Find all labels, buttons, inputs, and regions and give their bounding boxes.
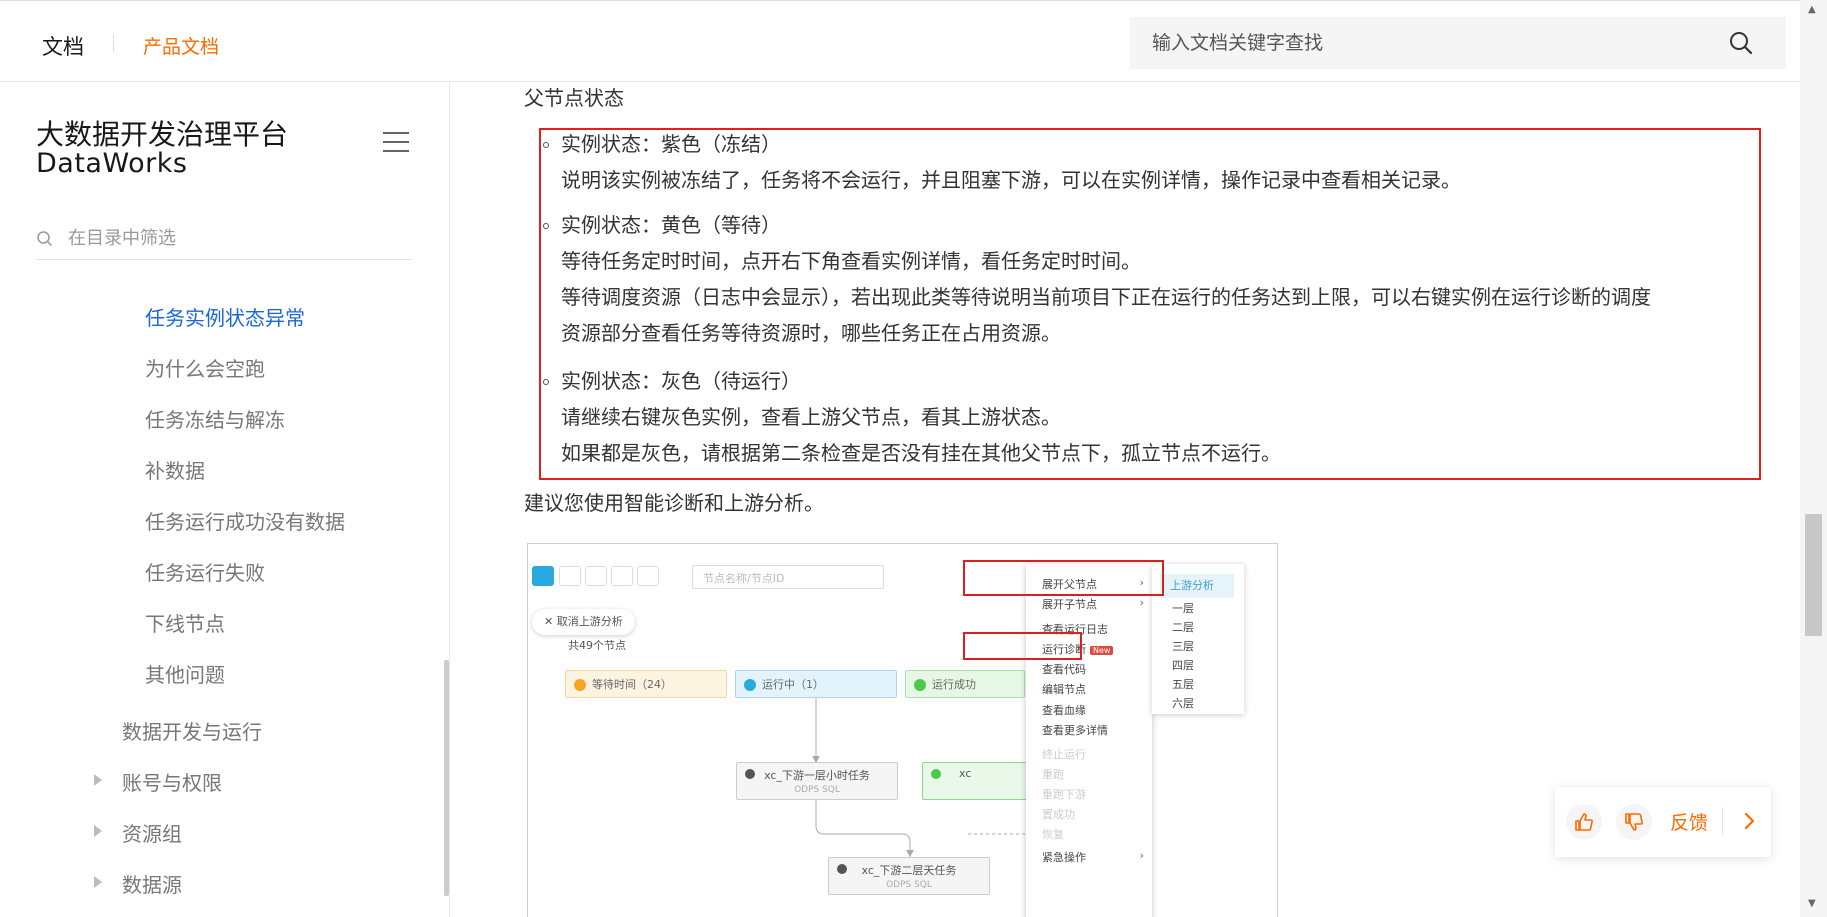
sidebar-item-empty-run[interactable]: 为什么会空跑	[145, 353, 265, 382]
node-type: ODPS SQL	[886, 880, 932, 890]
context-menu: 展开父节点 › 展开子节点 › 查看运行日志 运行诊断 New 查看代码 编辑节点 查…	[1026, 564, 1152, 917]
node-type: ODPS SQL	[794, 785, 840, 795]
menu-item: 重跑下游	[1042, 788, 1086, 801]
menu-item: 置成功	[1042, 808, 1075, 821]
state-text: 等待任务定时时间，点开右下角查看实例详情，看任务定时时间。	[561, 249, 1141, 273]
search-box[interactable]	[1130, 17, 1786, 69]
submenu-item: 二层	[1172, 621, 1194, 634]
sidebar-item-success-no-data[interactable]: 任务运行成功没有数据	[145, 506, 345, 535]
menu-item: 展开子节点	[1042, 598, 1097, 611]
menu-item: 重跑	[1042, 768, 1064, 781]
sub-menu: 上游分析 一层 二层 三层 四层 五层 六层	[1152, 564, 1244, 714]
suggestion-text: 建议您使用智能诊断和上游分析。	[524, 491, 824, 515]
scroll-up-icon[interactable]: ▲	[1808, 4, 1816, 15]
chevron-right-icon: ›	[1139, 596, 1144, 609]
menu-item: 编辑节点	[1042, 683, 1086, 696]
sidebar-item-offline-node[interactable]: 下线节点	[145, 608, 225, 637]
menu-item: 查看更多详情	[1042, 724, 1108, 737]
node-name: xc_下游一层小时任务	[764, 769, 870, 782]
sidebar-section-datasource[interactable]: 数据源	[122, 869, 182, 898]
sidebar-item-run-failed[interactable]: 任务运行失败	[145, 557, 265, 586]
menu-toggle-icon[interactable]	[383, 132, 409, 154]
highlight-box	[963, 560, 1164, 596]
state-title: 实例状态：黄色（等待）	[561, 213, 781, 237]
page-scrollbar[interactable]: ▲ ▼	[1800, 0, 1827, 917]
search-input[interactable]	[1152, 17, 1712, 69]
submenu-item: 六层	[1172, 697, 1194, 710]
feedback-button[interactable]: 反馈	[1670, 808, 1708, 835]
new-badge: New	[1090, 646, 1114, 655]
bullet-icon	[543, 223, 549, 229]
divider	[1722, 807, 1723, 835]
search-icon	[37, 231, 53, 247]
highlight-box	[963, 632, 1082, 660]
submenu-item: 一层	[1172, 602, 1194, 615]
scrollbar-thumb[interactable]	[1805, 514, 1822, 636]
expand-caret-icon[interactable]	[94, 876, 102, 888]
top-bar: 文档 产品文档	[0, 0, 1800, 82]
scroll-down-icon[interactable]: ▼	[1808, 898, 1816, 909]
sidebar-item-other-issues[interactable]: 其他问题	[145, 659, 225, 688]
sidebar-item-task-instance-status[interactable]: 任务实例状态异常	[145, 302, 305, 331]
thumbs-down-button[interactable]	[1616, 804, 1652, 840]
submenu-item: 上游分析	[1160, 574, 1234, 598]
menu-item: 终止运行	[1042, 748, 1086, 761]
state-text: 如果都是灰色，请根据第二条检查是否没有挂在其他父节点下，孤立节点不运行。	[561, 441, 1281, 465]
expand-caret-icon[interactable]	[94, 825, 102, 837]
submenu-item: 五层	[1172, 678, 1194, 691]
menu-item: 查看代码	[1042, 663, 1086, 676]
state-text: 请继续右键灰色实例，查看上游父节点，看其上游状态。	[561, 405, 1061, 429]
section-heading: 父节点状态	[524, 86, 624, 110]
menu-item: 紧急操作	[1042, 851, 1086, 864]
state-text: 等待调度资源（日志中会显示），若出现此类等待说明当前项目下正在运行的任务达到上限…	[561, 285, 1651, 309]
flow-node: xc	[922, 762, 1032, 800]
state-text: 资源部分查看任务等待资源时，哪些任务正在占用资源。	[561, 321, 1061, 345]
search-icon[interactable]	[1728, 30, 1754, 56]
sidebar: 大数据开发治理平台 DataWorks 任务实例状态异常 为什么会空跑 任务冻结…	[0, 82, 450, 917]
filter-input[interactable]	[68, 222, 398, 254]
docs-link[interactable]: 文档	[42, 31, 84, 61]
divider	[113, 34, 114, 52]
menu-item: 查看血缘	[1042, 704, 1086, 717]
sidebar-subtitle: DataWorks	[36, 148, 188, 179]
sidebar-scrollbar[interactable]	[444, 660, 449, 896]
thumbs-up-button[interactable]	[1566, 804, 1602, 840]
node-name: xc_下游二层天任务	[861, 864, 957, 877]
bullet-icon	[543, 379, 549, 385]
expand-caret-icon[interactable]	[94, 774, 102, 786]
submenu-item: 四层	[1172, 659, 1194, 672]
directory-filter[interactable]	[36, 222, 412, 260]
thumbs-down-icon	[1625, 813, 1643, 831]
sidebar-title: 大数据开发治理平台	[36, 118, 289, 151]
node-name: xc	[959, 767, 972, 780]
state-title: 实例状态：紫色（冻结）	[561, 132, 781, 156]
menu-item: 恢复	[1042, 828, 1064, 841]
state-title: 实例状态：灰色（待运行）	[561, 369, 801, 393]
flow-node: xc_下游二层天任务 ODPS SQL	[828, 857, 990, 895]
submenu-item: 三层	[1172, 640, 1194, 653]
sidebar-section-resource-group[interactable]: 资源组	[122, 818, 182, 847]
state-text: 说明该实例被冻结了，任务将不会运行，并且阻塞下游，可以在实例详情，操作记录中查看…	[561, 168, 1461, 192]
chevron-right-icon[interactable]	[1735, 807, 1763, 835]
sidebar-section-dev-run[interactable]: 数据开发与运行	[122, 716, 262, 745]
flow-node: xc_下游一层小时任务 ODPS SQL	[736, 762, 898, 800]
thumbs-up-icon	[1575, 813, 1593, 831]
feedback-widget: 反馈	[1555, 787, 1771, 857]
chevron-right-icon: ›	[1139, 849, 1144, 862]
sidebar-item-backfill[interactable]: 补数据	[145, 455, 205, 484]
sidebar-item-freeze[interactable]: 任务冻结与解冻	[145, 404, 285, 433]
sidebar-section-account[interactable]: 账号与权限	[122, 767, 222, 796]
diagnosis-screenshot: 节点名称/节点ID ✕ 取消上游分析 共49个节点 等待时间（24） 运行中（1…	[527, 543, 1278, 917]
product-docs-link[interactable]: 产品文档	[143, 32, 219, 59]
bullet-icon	[543, 142, 549, 148]
